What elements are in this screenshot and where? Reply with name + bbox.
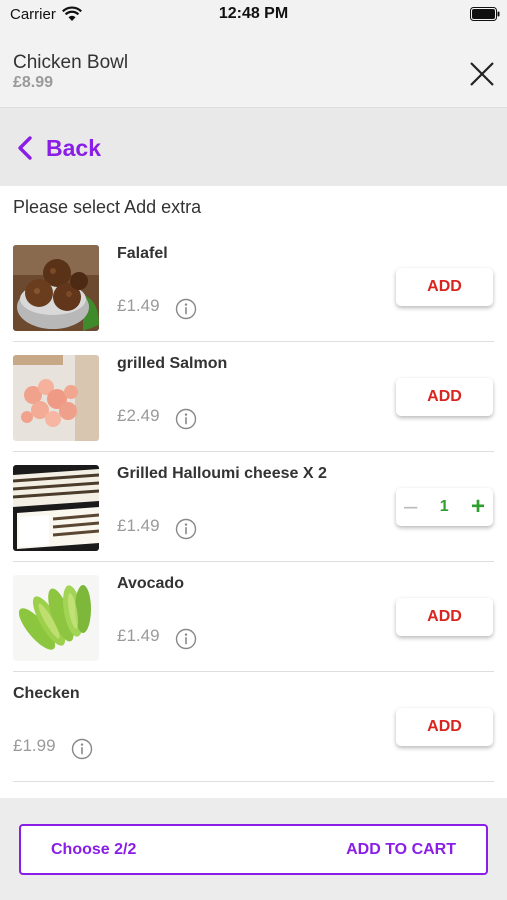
minus-button[interactable]: – [404, 495, 417, 519]
item-name: Falafel [117, 245, 168, 262]
info-icon[interactable] [71, 738, 93, 760]
choose-count-label: Choose 2/2 [51, 841, 137, 858]
add-button[interactable]: ADD [396, 598, 493, 636]
status-time: 12:48 PM [218, 5, 289, 22]
list-item: Checken £1.99 ADD [0, 672, 507, 782]
close-icon[interactable] [466, 58, 498, 90]
item-price: £1.49 [117, 516, 160, 535]
salmon-image [13, 355, 99, 441]
plus-button[interactable]: + [471, 495, 485, 519]
status-bar: Carrier 12:48 PM [0, 0, 507, 38]
item-name: Avocado [117, 575, 184, 592]
product-header: Chicken Bowl £8.99 [0, 38, 507, 108]
item-price: £1.99 [13, 736, 56, 755]
item-price: £1.49 [117, 296, 160, 315]
item-price: £2.49 [117, 406, 160, 425]
list-item: Avocado £1.49 ADD [0, 562, 507, 672]
back-bar: Back [0, 108, 507, 186]
chevron-left-icon [18, 136, 32, 160]
info-icon[interactable] [175, 298, 197, 320]
product-price: £8.99 [13, 74, 54, 91]
avocado-image [13, 575, 99, 661]
cart-bar[interactable]: Choose 2/2 ADD TO CART [19, 824, 488, 875]
item-name: Grilled Halloumi cheese X 2 [117, 465, 327, 482]
list-item: Grilled Halloumi cheese X 2 £1.49 – 1 + [0, 452, 507, 562]
quantity-stepper: – 1 + [396, 488, 493, 526]
product-title: Chicken Bowl [13, 52, 129, 73]
add-button[interactable]: ADD [396, 378, 493, 416]
item-name: Checken [13, 685, 80, 702]
list-item: grilled Salmon £2.49 ADD [0, 342, 507, 452]
back-button[interactable]: Back [14, 132, 101, 164]
info-icon[interactable] [175, 408, 197, 430]
quantity-value: 1 [439, 498, 449, 515]
halloumi-image [13, 465, 99, 551]
battery-icon [470, 7, 500, 21]
item-name: grilled Salmon [117, 355, 228, 372]
back-label: Back [46, 134, 101, 161]
info-icon[interactable] [175, 628, 197, 650]
add-button[interactable]: ADD [396, 708, 493, 746]
add-button[interactable]: ADD [396, 268, 493, 306]
item-price: £1.49 [117, 626, 160, 645]
falafel-image [13, 245, 99, 331]
info-icon[interactable] [175, 518, 197, 540]
list-item: Falafel £1.49 ADD [0, 232, 507, 342]
footer: Choose 2/2 ADD TO CART [0, 798, 507, 900]
add-to-cart-button[interactable]: ADD TO CART [346, 841, 456, 859]
section-title: Please select Add extra [13, 197, 202, 217]
extras-list: Falafel £1.49 ADD grilled Salmon £2.49 A… [0, 232, 507, 782]
